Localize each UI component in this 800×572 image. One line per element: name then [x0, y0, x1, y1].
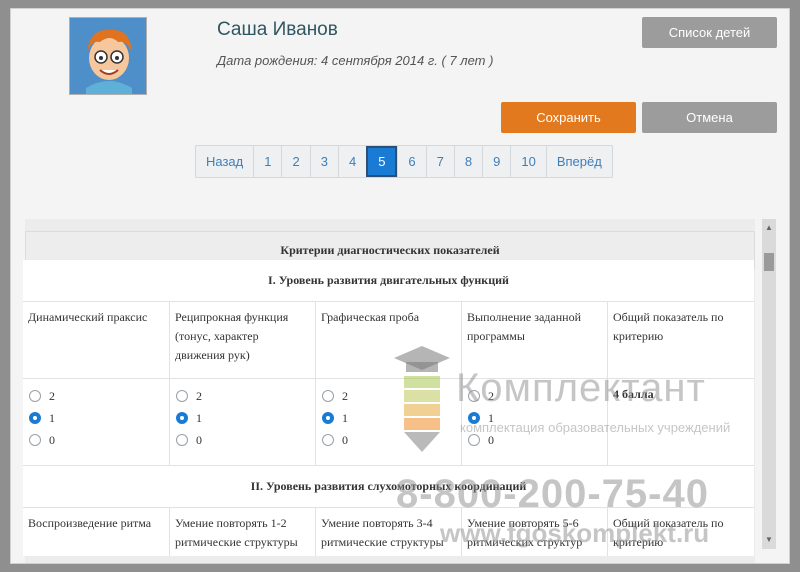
total-score: 4 балла — [607, 379, 754, 465]
pagination-page-3[interactable]: 3 — [309, 146, 338, 177]
scroll-thumb[interactable] — [764, 253, 774, 271]
option-label: 0 — [488, 432, 494, 447]
column-header: Умение повторять 1-2 ритмические структу… — [169, 508, 315, 556]
column-header: Динамический праксис — [28, 310, 148, 324]
scroll-up-icon[interactable]: ▲ — [762, 223, 776, 233]
pagination-page-6[interactable]: 6 — [397, 146, 425, 177]
column-header: Умение повторять 5-6 ритмических структу… — [461, 508, 607, 556]
radio-group: 2 1 0 — [23, 379, 169, 465]
table-row: 2 1 0 2 1 0 2 1 0 2 1 0 4 балла — [23, 379, 754, 466]
radio-option-0[interactable] — [468, 434, 480, 446]
section-title: I. Уровень развития двигательных функций — [23, 260, 754, 302]
option-label: 2 — [488, 388, 494, 403]
option-label: 1 — [342, 410, 348, 425]
column-header: Выполнение заданной программы — [461, 302, 607, 378]
children-list-button[interactable]: Список детей — [642, 17, 777, 48]
pagination-prev[interactable]: Назад — [196, 146, 253, 177]
radio-option-2[interactable] — [322, 390, 334, 402]
option-label: 2 — [196, 388, 202, 403]
radio-option-1[interactable] — [468, 412, 480, 424]
table-row: Динамический праксис Реципрокная функция… — [23, 302, 754, 379]
radio-option-0[interactable] — [322, 434, 334, 446]
pagination-page-2[interactable]: 2 — [281, 146, 309, 177]
radio-option-0[interactable] — [29, 434, 41, 446]
table-row: Воспроизведение ритма Умение повторять 1… — [23, 508, 754, 556]
column-header: Общий показатель по критерию — [607, 302, 754, 378]
child-birthdate: Дата рождения: 4 сентября 2014 г. ( 7 ле… — [217, 53, 494, 68]
cancel-button[interactable]: Отмена — [642, 102, 777, 133]
column-header: Реципрокная функция (тонус, характер дви… — [169, 302, 315, 378]
cartoon-boy-icon — [70, 18, 146, 94]
pagination-page-7[interactable]: 7 — [425, 146, 454, 177]
criteria-table: I. Уровень развития двигательных функций… — [23, 260, 754, 556]
section-title: II. Уровень развития слухомоторных коорд… — [23, 466, 754, 508]
pagination-page-10[interactable]: 10 — [510, 146, 545, 177]
pagination-page-1[interactable]: 1 — [253, 146, 281, 177]
option-label: 1 — [49, 410, 55, 425]
radio-group: 2 1 0 — [315, 379, 461, 465]
pagination-page-9[interactable]: 9 — [482, 146, 510, 177]
child-avatar — [69, 17, 147, 95]
column-header: Общий показатель по критерию — [607, 508, 754, 556]
pagination-page-8[interactable]: 8 — [453, 146, 482, 177]
option-label: 0 — [196, 432, 202, 447]
radio-group: 2 1 0 — [169, 379, 315, 465]
pagination: Назад 1 2 3 4 5 6 7 8 9 10 Вперёд — [195, 145, 613, 178]
radio-option-0[interactable] — [176, 434, 188, 446]
pagination-next[interactable]: Вперёд — [545, 146, 612, 177]
option-label: 0 — [342, 432, 348, 447]
scrollbar[interactable]: ▲ ▼ — [762, 219, 776, 549]
column-header: Воспроизведение ритма — [28, 516, 152, 530]
radio-option-1[interactable] — [322, 412, 334, 424]
pagination-page-5[interactable]: 5 — [366, 146, 398, 177]
option-label: 0 — [49, 432, 55, 447]
radio-option-2[interactable] — [29, 390, 41, 402]
option-label: 1 — [196, 410, 202, 425]
radio-option-1[interactable] — [29, 412, 41, 424]
option-label: 1 — [488, 410, 494, 425]
radio-option-2[interactable] — [176, 390, 188, 402]
option-label: 2 — [49, 388, 55, 403]
option-label: 2 — [342, 388, 348, 403]
radio-option-1[interactable] — [176, 412, 188, 424]
column-header: Умение повторять 3-4 ритмические структу… — [315, 508, 461, 556]
column-header: Графическая проба — [315, 302, 461, 378]
radio-option-2[interactable] — [468, 390, 480, 402]
save-button[interactable]: Сохранить — [501, 102, 636, 133]
scroll-down-icon[interactable]: ▼ — [762, 535, 776, 545]
pagination-page-4[interactable]: 4 — [337, 146, 366, 177]
child-name: Саша Иванов — [217, 19, 338, 40]
radio-group: 2 1 0 — [461, 379, 607, 465]
